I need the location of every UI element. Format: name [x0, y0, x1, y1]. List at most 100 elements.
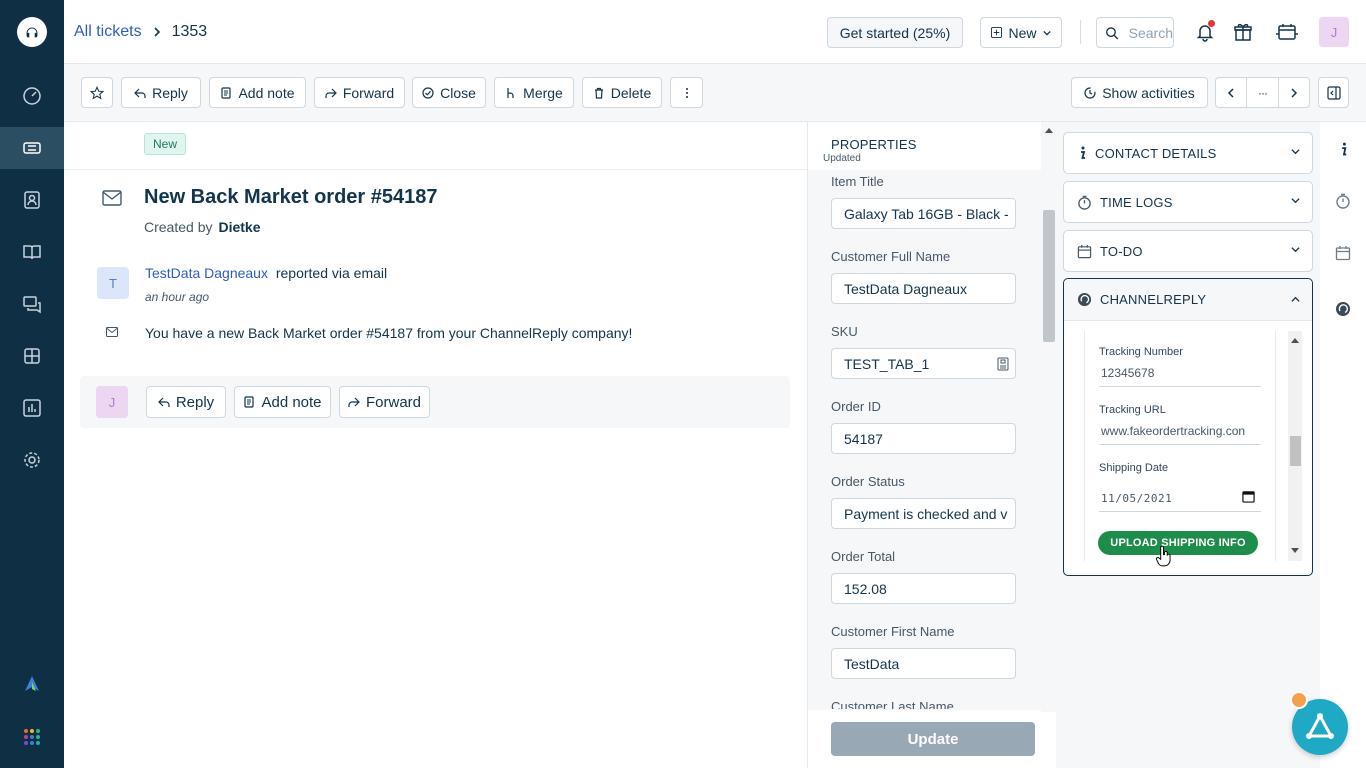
search-button[interactable]: Search — [1096, 17, 1174, 48]
new-dropdown-button[interactable]: New — [980, 17, 1062, 48]
toggle-sidebar-button[interactable] — [1318, 77, 1349, 108]
forward-button[interactable]: Forward — [314, 77, 405, 108]
time-logs-accordion[interactable]: TIME LOGS — [1063, 181, 1313, 223]
solutions-icon[interactable] — [0, 231, 64, 273]
order-id-field[interactable]: 54187 — [831, 423, 1016, 454]
reporter-line: TestData Dagneaux reported via email — [145, 265, 387, 281]
ticket-id: 1353 — [171, 23, 208, 40]
shipping-date-input[interactable]: 11/05/2021 — [1099, 488, 1261, 512]
merge-button[interactable]: Merge — [494, 77, 574, 108]
stopwatch-icon[interactable] — [1332, 190, 1354, 212]
freshworks-apps-icon[interactable] — [0, 663, 64, 705]
customer-first-name-field[interactable]: TestData — [831, 648, 1016, 679]
reply-bar: J Reply Add note Forward — [80, 376, 790, 428]
reply-bar-reply-button[interactable]: Reply — [146, 386, 226, 418]
ellipsis-label: ··· — [1258, 85, 1268, 100]
contact-card-icon — [997, 357, 1009, 371]
customer-first-name-label: Customer First Name — [831, 624, 955, 639]
reply-bar-forward-button[interactable]: Forward — [339, 386, 430, 418]
scroll-up-arrow-icon[interactable] — [1291, 337, 1299, 343]
ticket-toolbar: Reply Add note Forward Close Merge Delet… — [64, 64, 1366, 122]
envelope-icon — [102, 190, 122, 206]
tickets-icon[interactable] — [0, 127, 64, 169]
order-id-label: Order ID — [831, 399, 881, 414]
item-title-field[interactable]: Galaxy Tab 16GB - Black - — [831, 198, 1016, 229]
previous-ticket-button[interactable] — [1215, 77, 1247, 108]
reporter-name-link[interactable]: TestData Dagneaux — [145, 265, 268, 281]
customer-full-name-label: Customer Full Name — [831, 249, 951, 264]
sku-label: SKU — [831, 324, 858, 339]
sku-field[interactable]: TEST_TAB_1 — [831, 348, 1016, 379]
forward-icon — [348, 397, 360, 407]
calendar-planner-icon[interactable] — [1275, 20, 1299, 44]
reports-icon[interactable] — [0, 387, 64, 429]
user-avatar[interactable]: J — [1319, 17, 1349, 47]
show-activities-button[interactable]: Show activities — [1071, 77, 1208, 108]
divider — [64, 169, 807, 170]
small-envelope-icon — [106, 327, 118, 337]
app-switcher-grid-icon[interactable] — [0, 716, 64, 758]
next-ticket-button[interactable] — [1278, 77, 1310, 108]
get-started-button[interactable]: Get started (25%) — [827, 17, 963, 48]
scroll-down-arrow-icon[interactable] — [1291, 548, 1299, 554]
shipping-date-label: Shipping Date — [1099, 462, 1169, 474]
update-button[interactable]: Update — [831, 722, 1035, 756]
time-logs-label: TIME LOGS — [1100, 194, 1173, 210]
agent-avatar: J — [96, 386, 128, 418]
chevron-right-icon — [152, 27, 162, 37]
reply-bar-add-note-label: Add note — [261, 393, 322, 411]
reply-bar-add-note-button[interactable]: Add note — [234, 386, 331, 418]
trash-icon — [594, 87, 603, 99]
created-by: Created by Dietke — [144, 219, 261, 235]
upload-shipping-info-button[interactable]: UPLOAD SHIPPING INFO — [1098, 531, 1258, 555]
ticket-list-more-button[interactable]: ··· — [1246, 77, 1279, 108]
more-options-button[interactable] — [670, 77, 703, 108]
all-tickets-link[interactable]: All tickets — [74, 23, 142, 41]
channelreply-scrollbar-thumb[interactable] — [1290, 436, 1301, 466]
properties-panel: Item Title Galaxy Tab 16GB - Black - Cus… — [807, 122, 1057, 768]
properties-updated-text: Updated — [823, 153, 861, 164]
delete-button[interactable]: Delete — [582, 77, 662, 108]
forums-icon[interactable] — [0, 283, 64, 325]
chevron-down-icon — [1291, 149, 1300, 155]
properties-scrollbar-thumb[interactable] — [1043, 210, 1055, 342]
tracking-url-input[interactable]: www.fakeordertracking.con — [1099, 420, 1261, 445]
vertical-dots-icon — [685, 87, 688, 98]
note-icon — [221, 86, 232, 99]
plus-square-icon — [991, 27, 1003, 38]
settings-gear-icon[interactable] — [0, 439, 64, 481]
gift-icon[interactable] — [1231, 20, 1255, 44]
channelreply-logo-icon[interactable] — [1332, 298, 1354, 320]
freshdesk-logo[interactable] — [17, 17, 47, 47]
todo-accordion[interactable]: TO-DO — [1063, 230, 1313, 272]
dashboard-icon[interactable] — [0, 75, 64, 117]
info-icon[interactable] — [1332, 138, 1354, 160]
add-note-button[interactable]: Add note — [209, 77, 306, 108]
properties-title: PROPERTIES — [831, 137, 917, 152]
left-navigation — [0, 0, 64, 768]
calendar-picker-icon[interactable] — [1242, 490, 1255, 503]
notification-dot — [1208, 20, 1215, 27]
created-by-name[interactable]: Dietke — [218, 219, 260, 235]
channelreply-label: CHANNELREPLY — [1100, 292, 1207, 307]
ticket-subject: New Back Market order #54187 — [144, 186, 438, 208]
channelreply-accordion-header[interactable]: CHANNELREPLY — [1064, 279, 1312, 321]
calendar-icon[interactable] — [1332, 242, 1354, 264]
reply-button[interactable]: Reply — [121, 77, 201, 108]
star-button[interactable] — [81, 77, 113, 108]
order-status-field[interactable]: Payment is checked and v — [831, 498, 1016, 529]
notifications-bell-icon[interactable] — [1193, 20, 1217, 44]
admin-groups-icon[interactable] — [0, 335, 64, 377]
chevron-down-icon — [1291, 198, 1300, 204]
properties-header: PROPERTIES Updated — [808, 122, 1041, 170]
customer-full-name-field[interactable]: TestData Dagneaux — [831, 273, 1016, 304]
scroll-up-arrow-icon[interactable] — [1045, 127, 1053, 133]
contact-details-accordion[interactable]: CONTACT DETAILS — [1063, 132, 1313, 174]
order-total-field[interactable]: 152.08 — [831, 573, 1016, 604]
tracking-number-input[interactable]: 12345678 — [1099, 362, 1261, 387]
reply-bar-forward-label: Forward — [365, 393, 421, 411]
close-button[interactable]: Close — [412, 77, 486, 108]
contacts-icon[interactable] — [0, 179, 64, 221]
get-started-label: Get started (25%) — [839, 24, 951, 41]
info-icon — [1081, 146, 1086, 159]
